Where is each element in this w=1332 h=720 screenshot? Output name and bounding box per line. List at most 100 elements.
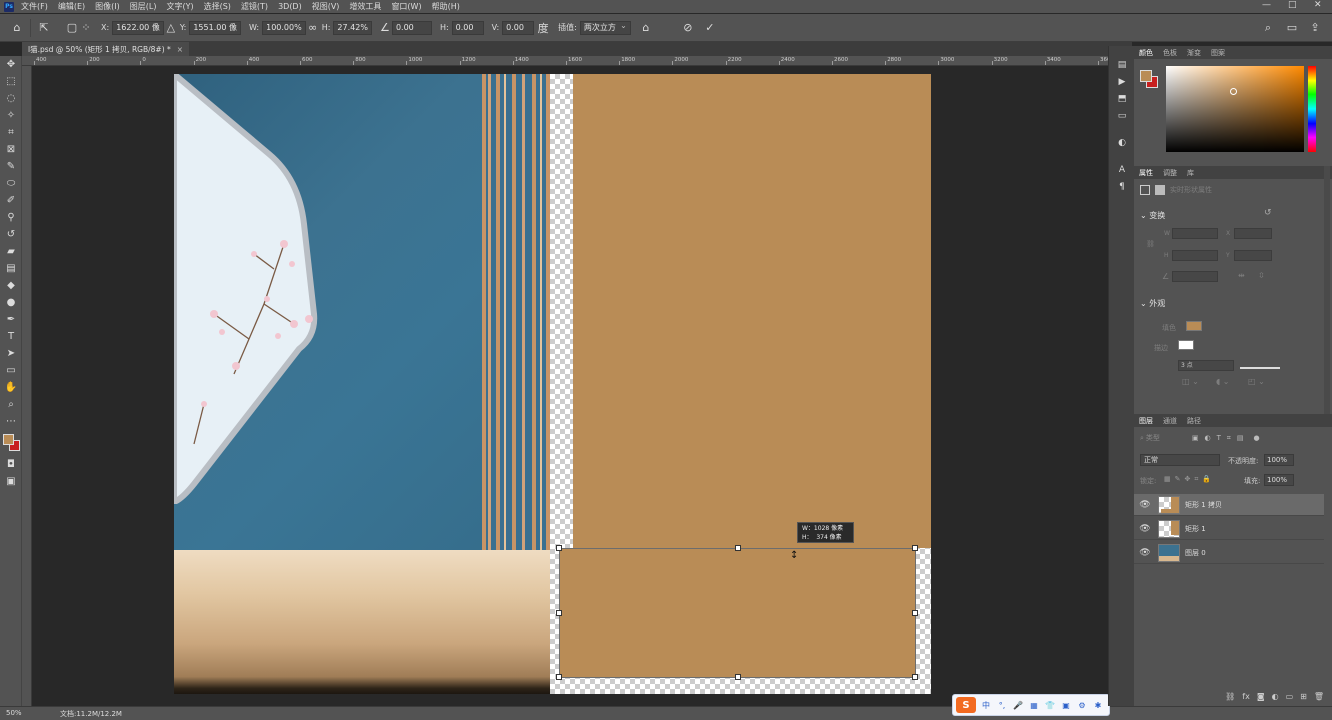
layer-style-icon[interactable]: fx	[1242, 692, 1250, 701]
hand-tool-icon[interactable]: ✋	[0, 379, 22, 396]
transform-w-field[interactable]	[1172, 228, 1218, 239]
tab-swatches[interactable]: 色板	[1158, 48, 1182, 58]
y-field[interactable]: 1551.00 像	[189, 20, 241, 35]
more-tools-icon[interactable]: ⋯	[0, 413, 22, 430]
color-picker-field[interactable]	[1166, 66, 1304, 152]
stroke-align-icon[interactable]: ◫ ⌄	[1182, 377, 1199, 386]
reference-point-checkbox[interactable]: ▢	[65, 21, 79, 35]
close-tab-icon[interactable]: ×	[177, 45, 183, 54]
document-tab[interactable]: l猫.psd @ 50% (矩形 1 拷贝, RGB/8#) * ×	[22, 42, 190, 56]
character-panel-icon[interactable]: A	[1109, 161, 1135, 178]
stroke-corners-icon[interactable]: ◰ ⌄	[1248, 377, 1265, 386]
menu-image[interactable]: 图像(I)	[95, 1, 120, 12]
pen-tool-icon[interactable]: ✒	[0, 311, 22, 328]
menu-file[interactable]: 文件(F)	[21, 1, 48, 12]
menu-view[interactable]: 视图(V)	[312, 1, 340, 12]
tab-properties[interactable]: 属性	[1134, 168, 1158, 178]
vskew-field[interactable]: 0.00	[502, 20, 535, 35]
picker-cursor[interactable]	[1230, 88, 1237, 95]
width-field[interactable]: 100.00%	[262, 20, 306, 35]
color-swatches[interactable]	[0, 430, 22, 456]
paragraph-panel-icon[interactable]: ¶	[1109, 178, 1135, 195]
height-field[interactable]: 27.42%	[333, 20, 372, 35]
layer-row[interactable]: 👁 矩形 1 拷贝	[1134, 494, 1324, 516]
menu-layer[interactable]: 图层(L)	[130, 1, 157, 12]
link-layers-icon[interactable]: ⛓	[1225, 692, 1235, 701]
comments-panel-icon[interactable]: ▭	[1109, 107, 1135, 124]
stroke-swatch[interactable]	[1178, 340, 1194, 350]
angle-field[interactable]: 0.00	[391, 20, 432, 35]
fill-field[interactable]: 100%	[1264, 474, 1294, 486]
tab-channels[interactable]: 通道	[1158, 416, 1182, 426]
transform-bounding-box[interactable]	[556, 545, 918, 680]
stamp-tool-icon[interactable]: ⚲	[0, 209, 22, 226]
flip-horizontal-icon[interactable]: ⇹	[1238, 271, 1245, 280]
gradient-tool-icon[interactable]: ▤	[0, 260, 22, 277]
interpolation-select[interactable]: 两次立方	[579, 20, 631, 35]
ime-chinese-mode[interactable]: 中	[980, 699, 992, 711]
ime-keyboard-icon[interactable]: ▦	[1028, 699, 1040, 711]
path-selection-tool-icon[interactable]: ➤	[0, 345, 22, 362]
layer-row[interactable]: 👁 图层 0	[1134, 542, 1324, 564]
transform-angle-field[interactable]	[1172, 271, 1218, 282]
ime-settings-icon[interactable]: ⚙	[1076, 699, 1088, 711]
handle-bottom-right[interactable]	[912, 674, 918, 680]
new-group-icon[interactable]: ▭	[1286, 692, 1294, 701]
zoom-tool-icon[interactable]: ⌕	[0, 396, 22, 413]
maximize-button[interactable]: □	[1288, 0, 1297, 10]
close-window-button[interactable]: ✕	[1314, 0, 1322, 10]
reference-point-grid-icon[interactable]: ⁘	[79, 21, 93, 35]
delete-layer-icon[interactable]: 🗑	[1314, 692, 1324, 701]
stroke-type-select[interactable]	[1240, 362, 1280, 369]
stroke-size-field[interactable]: 3 点	[1178, 360, 1234, 371]
quick-mask-icon[interactable]: ◘	[0, 456, 22, 473]
x-field[interactable]: 1622.00 像	[112, 20, 164, 35]
visibility-eye-icon[interactable]: 👁	[1138, 524, 1152, 534]
menu-3d[interactable]: 3D(D)	[278, 2, 302, 11]
canvas-area[interactable]: W：1028 像素 H： 374 像素 ↕	[32, 66, 1132, 706]
lock-icons[interactable]: ▦✎✥⌗🔒	[1164, 475, 1215, 484]
tab-gradients[interactable]: 渐变	[1182, 48, 1206, 58]
menu-type[interactable]: 文字(Y)	[166, 1, 193, 12]
handle-left[interactable]	[556, 610, 562, 616]
tab-adjustments[interactable]: 调整	[1158, 168, 1182, 178]
tab-patterns[interactable]: 图案	[1206, 48, 1230, 58]
ime-toolbar[interactable]: S 中 °, 🎤 ▦ 👕 ▣ ⚙ ✱	[952, 694, 1110, 716]
tab-paths[interactable]: 路径	[1182, 416, 1206, 426]
link-icon[interactable]: ∞	[306, 21, 320, 35]
hue-slider[interactable]	[1308, 66, 1316, 152]
menu-select[interactable]: 选择(S)	[204, 1, 231, 12]
actions-panel-icon[interactable]: ▶	[1109, 73, 1135, 90]
adjustments-icon[interactable]: ◐	[1109, 134, 1135, 151]
screen-mode-icon[interactable]: ▣	[0, 473, 22, 490]
layer-row[interactable]: 👁 矩形 1	[1134, 518, 1324, 540]
crop-tool-icon[interactable]: ⌗	[0, 124, 22, 141]
stroke-caps-icon[interactable]: ◖ ⌄	[1216, 377, 1229, 386]
handle-top[interactable]	[735, 545, 741, 551]
menu-window[interactable]: 窗口(W)	[391, 1, 421, 12]
rectangle-1-shape[interactable]	[573, 74, 931, 548]
ime-punctuation-icon[interactable]: °,	[996, 699, 1008, 711]
dodge-tool-icon[interactable]: ●	[0, 294, 22, 311]
warp-icon[interactable]: ⌂	[639, 21, 653, 35]
magic-wand-tool-icon[interactable]: ✧	[0, 107, 22, 124]
tab-color[interactable]: 颜色	[1134, 48, 1158, 58]
transform-x-field[interactable]	[1234, 228, 1272, 239]
layer-filter-select[interactable]: 类型	[1146, 433, 1160, 443]
ime-skin-icon[interactable]: 👕	[1044, 699, 1056, 711]
filter-toggle-icon[interactable]: ●	[1253, 434, 1259, 442]
handle-top-left[interactable]	[556, 545, 562, 551]
workspace-icon[interactable]: ▭	[1285, 21, 1299, 35]
brush-tool-icon[interactable]: ✐	[0, 192, 22, 209]
tab-libraries[interactable]: 库	[1182, 168, 1199, 178]
healing-brush-tool-icon[interactable]: ⬭	[0, 175, 22, 192]
rectangle-tool-icon[interactable]: ▭	[0, 362, 22, 379]
foreground-color-chip[interactable]	[1140, 70, 1152, 82]
handle-bottom-left[interactable]	[556, 674, 562, 680]
menu-plugins[interactable]: 增效工具	[349, 1, 381, 12]
menu-help[interactable]: 帮助(H)	[432, 1, 460, 12]
transform-section-title[interactable]: ⌄ 变换	[1140, 210, 1165, 221]
tool-presets-icon[interactable]: ⬒	[1109, 90, 1135, 107]
move-tool-icon[interactable]: ✥	[0, 56, 22, 73]
menu-filter[interactable]: 滤镜(T)	[241, 1, 268, 12]
